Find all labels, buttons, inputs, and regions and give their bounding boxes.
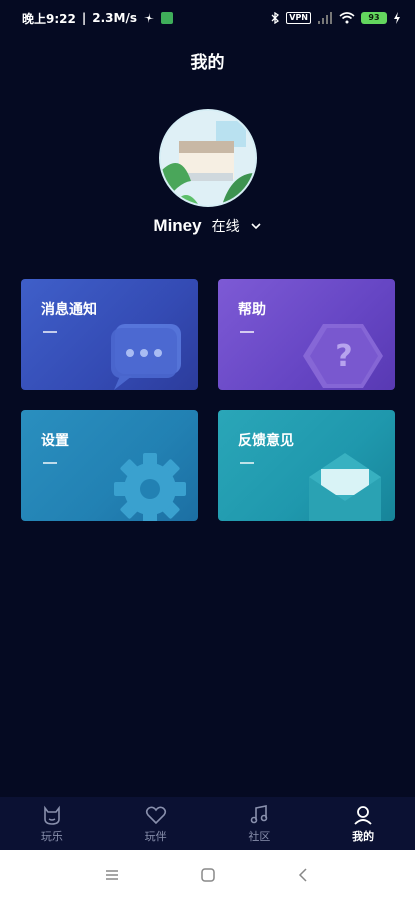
profile-row: Miney 在线: [0, 216, 415, 236]
tab-play-label: 玩乐: [40, 829, 63, 843]
message-bubble-icon: [111, 324, 181, 390]
notifications-card[interactable]: 消息通知: [21, 279, 198, 390]
avatar[interactable]: [159, 109, 257, 207]
menu-icon[interactable]: [104, 867, 120, 883]
tab-play[interactable]: 玩乐: [0, 804, 103, 844]
tab-companion-label: 玩伴: [144, 829, 167, 843]
back-icon[interactable]: [296, 867, 312, 883]
vpn-badge: VPN: [286, 12, 311, 24]
tab-community-label: 社区: [248, 829, 271, 843]
status-speed: 2.3M/s: [92, 11, 137, 25]
card-divider: [240, 462, 254, 464]
help-card-label: 帮助: [238, 302, 266, 318]
status-right: VPN 93: [270, 12, 401, 24]
feedback-card[interactable]: 反馈意见: [218, 410, 395, 521]
wifi-icon: [339, 12, 355, 24]
card-divider: [240, 331, 254, 333]
status-separator: |: [81, 11, 87, 25]
cat-face-icon: [44, 805, 60, 825]
chevron-down-icon[interactable]: [250, 220, 262, 232]
home-icon[interactable]: [200, 867, 216, 883]
card-divider: [43, 462, 57, 464]
username: Miney: [153, 216, 202, 235]
user-icon: [354, 805, 372, 825]
gear-icon: [114, 453, 186, 521]
tab-mine-label: 我的: [352, 829, 375, 843]
notifications-card-label: 消息通知: [41, 302, 97, 318]
status-bar: 晚上9:22 | 2.3M/s VPN 93: [0, 0, 415, 36]
settings-card[interactable]: 设置: [21, 410, 198, 521]
svg-text:?: ?: [335, 339, 352, 374]
charging-icon: [394, 12, 400, 24]
music-note-icon: [251, 804, 268, 823]
status-time: 晚上9:22: [22, 11, 76, 26]
tab-community[interactable]: 社区: [208, 804, 311, 844]
settings-card-label: 设置: [41, 433, 69, 449]
heart-icon: [145, 806, 166, 824]
system-navigation-bar: [0, 850, 415, 900]
signal-icon: [318, 12, 332, 24]
app-notification-icon: [160, 12, 173, 24]
envelope-icon: [309, 453, 381, 521]
avatar-image: [161, 111, 255, 205]
card-divider: [43, 331, 57, 333]
status-left: 晚上9:22 | 2.3M/s: [22, 10, 173, 27]
fan-icon: [143, 13, 154, 23]
page-title: 我的: [190, 53, 225, 73]
question-hexagon-icon: ?: [303, 324, 383, 388]
bottom-tab-bar: 玩乐 玩伴 社区 我的: [0, 797, 415, 850]
tab-companion[interactable]: 玩伴: [104, 804, 207, 844]
tab-mine[interactable]: 我的: [312, 804, 415, 844]
feedback-card-label: 反馈意见: [238, 433, 294, 449]
online-status-selector[interactable]: 在线: [212, 216, 240, 236]
battery-indicator: 93: [361, 12, 387, 24]
help-card[interactable]: 帮助 ?: [218, 279, 395, 390]
bluetooth-icon: [271, 12, 280, 24]
